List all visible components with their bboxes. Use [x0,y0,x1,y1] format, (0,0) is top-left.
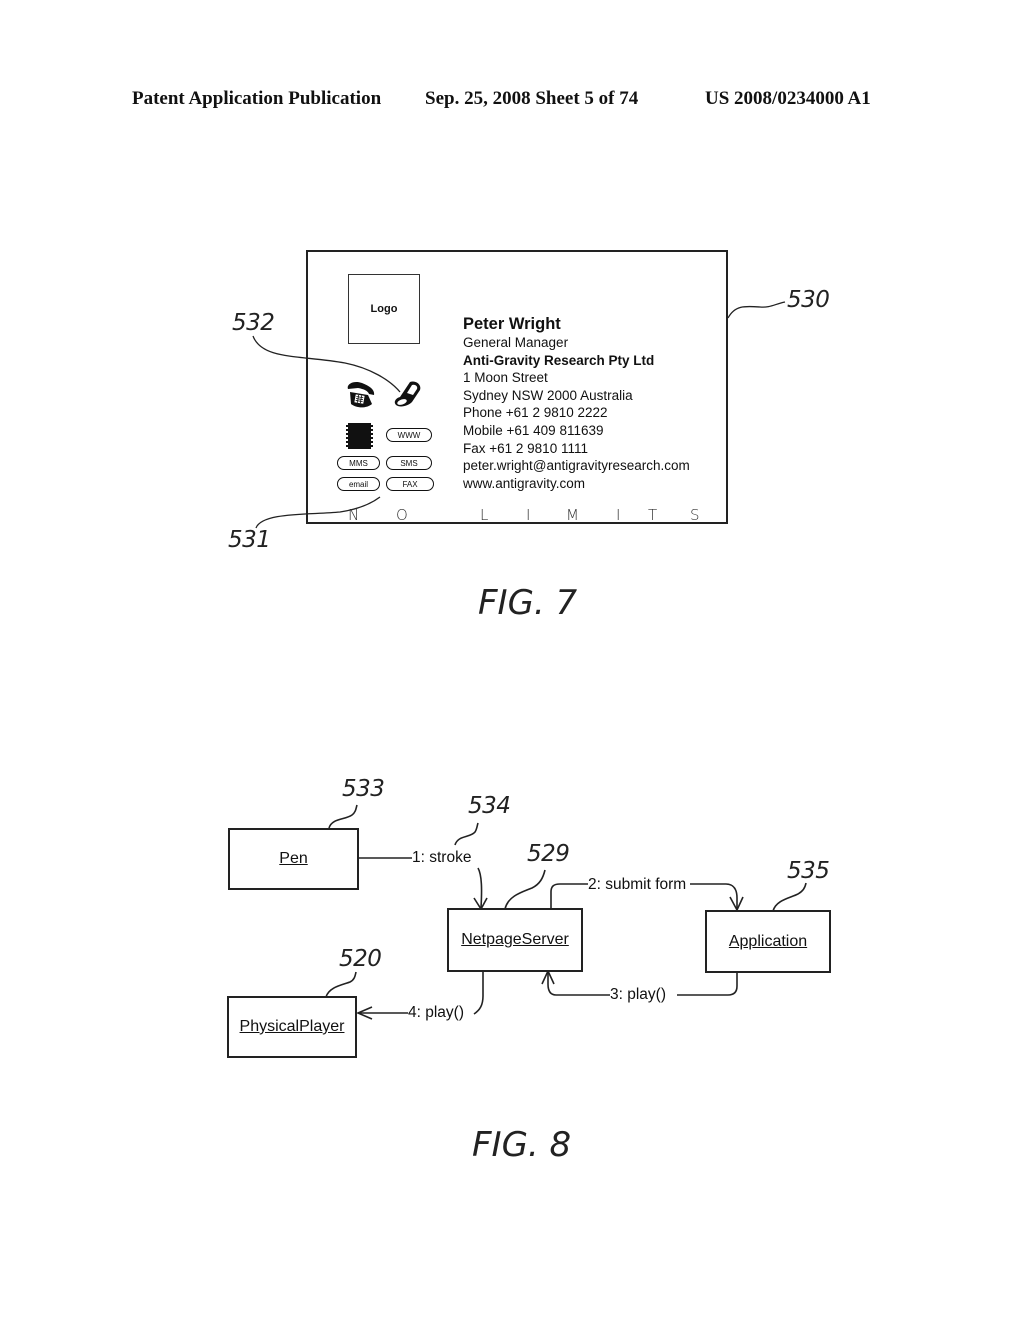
pen-label: Pen [279,850,308,867]
pen-object[interactable]: Pen [228,828,359,890]
connector-play4 [473,972,484,1015]
application-object[interactable]: Application [705,910,831,973]
ref-535: 535 [787,858,830,884]
leader-520 [325,971,357,998]
physical-player-object[interactable]: PhysicalPlayer [227,996,357,1058]
fig8-caption: FIG. 8 [472,1125,572,1165]
ref-533: 533 [342,776,385,802]
connector-submit-form [550,883,588,909]
ref-529: 529 [527,841,570,867]
ref-534: 534 [468,793,511,819]
leader-533 [328,804,358,829]
message-submit-form: 2: submit form [588,876,687,894]
netpage-server-object[interactable]: NetpageServer [447,908,583,972]
message-stroke: 1: stroke [412,849,472,867]
leader-534 [454,822,479,846]
connector-play3-2 [547,972,610,996]
leader-529 [504,869,546,910]
ref-520: 520 [339,946,382,972]
application-label: Application [728,932,808,950]
message-play-3: 3: play() [610,986,666,1004]
physical-player-label: PhysicalPlayer [239,1018,345,1035]
connector-submit-form-2 [690,883,738,909]
connector-stroke-server [477,867,483,909]
connector-play3 [677,972,738,996]
leader-535 [772,882,807,912]
fig8-connectors [325,804,807,1020]
message-play-4: 4: play() [408,1004,464,1022]
netpage-server-label: NetpageServer [461,931,569,948]
